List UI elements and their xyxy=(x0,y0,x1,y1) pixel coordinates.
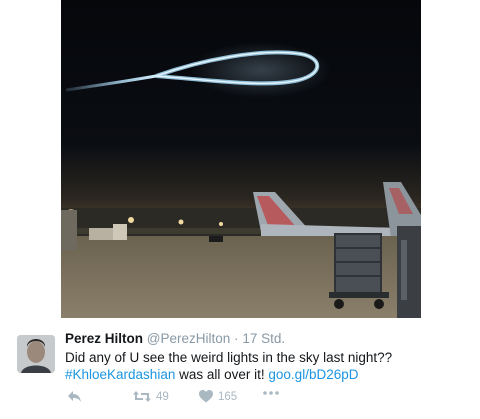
video-player[interactable] xyxy=(61,0,421,318)
tweet-actions: 49 165 xyxy=(65,390,465,408)
tweet-text-part: was all over it! xyxy=(179,367,265,382)
tweet-header: Perez Hilton @PerezHilton · 17 Std. xyxy=(65,331,285,346)
tweet-text-part: Did any of U see the weird lights in the… xyxy=(65,350,393,365)
heart-icon xyxy=(199,390,213,403)
retweet-count: 49 xyxy=(156,390,169,403)
tweet-text: Did any of U see the weird lights in the… xyxy=(65,349,470,383)
like-button[interactable]: 165 xyxy=(199,390,237,403)
url-link[interactable]: goo.gl/bD26pD xyxy=(268,367,358,382)
avatar-image xyxy=(17,335,55,373)
media-container xyxy=(0,0,480,318)
reply-button[interactable] xyxy=(67,390,82,403)
baggage-cart xyxy=(329,226,421,318)
user-name[interactable]: Perez Hilton xyxy=(65,331,143,346)
more-button[interactable] xyxy=(263,390,279,396)
separator-dot: · xyxy=(234,331,239,346)
reply-icon xyxy=(68,391,81,402)
tweet-timestamp[interactable]: 17 Std. xyxy=(242,331,285,346)
tweet: Perez Hilton @PerezHilton · 17 Std. Did … xyxy=(0,318,480,419)
more-icon xyxy=(263,391,279,395)
hashtag-link[interactable]: #KhloeKardashian xyxy=(65,367,175,382)
like-count: 165 xyxy=(218,390,238,403)
avatar[interactable] xyxy=(17,335,55,373)
retweet-button[interactable]: 49 xyxy=(133,390,169,403)
retweet-icon xyxy=(133,391,151,402)
video-frame xyxy=(61,0,421,318)
user-handle[interactable]: @PerezHilton xyxy=(147,331,231,346)
